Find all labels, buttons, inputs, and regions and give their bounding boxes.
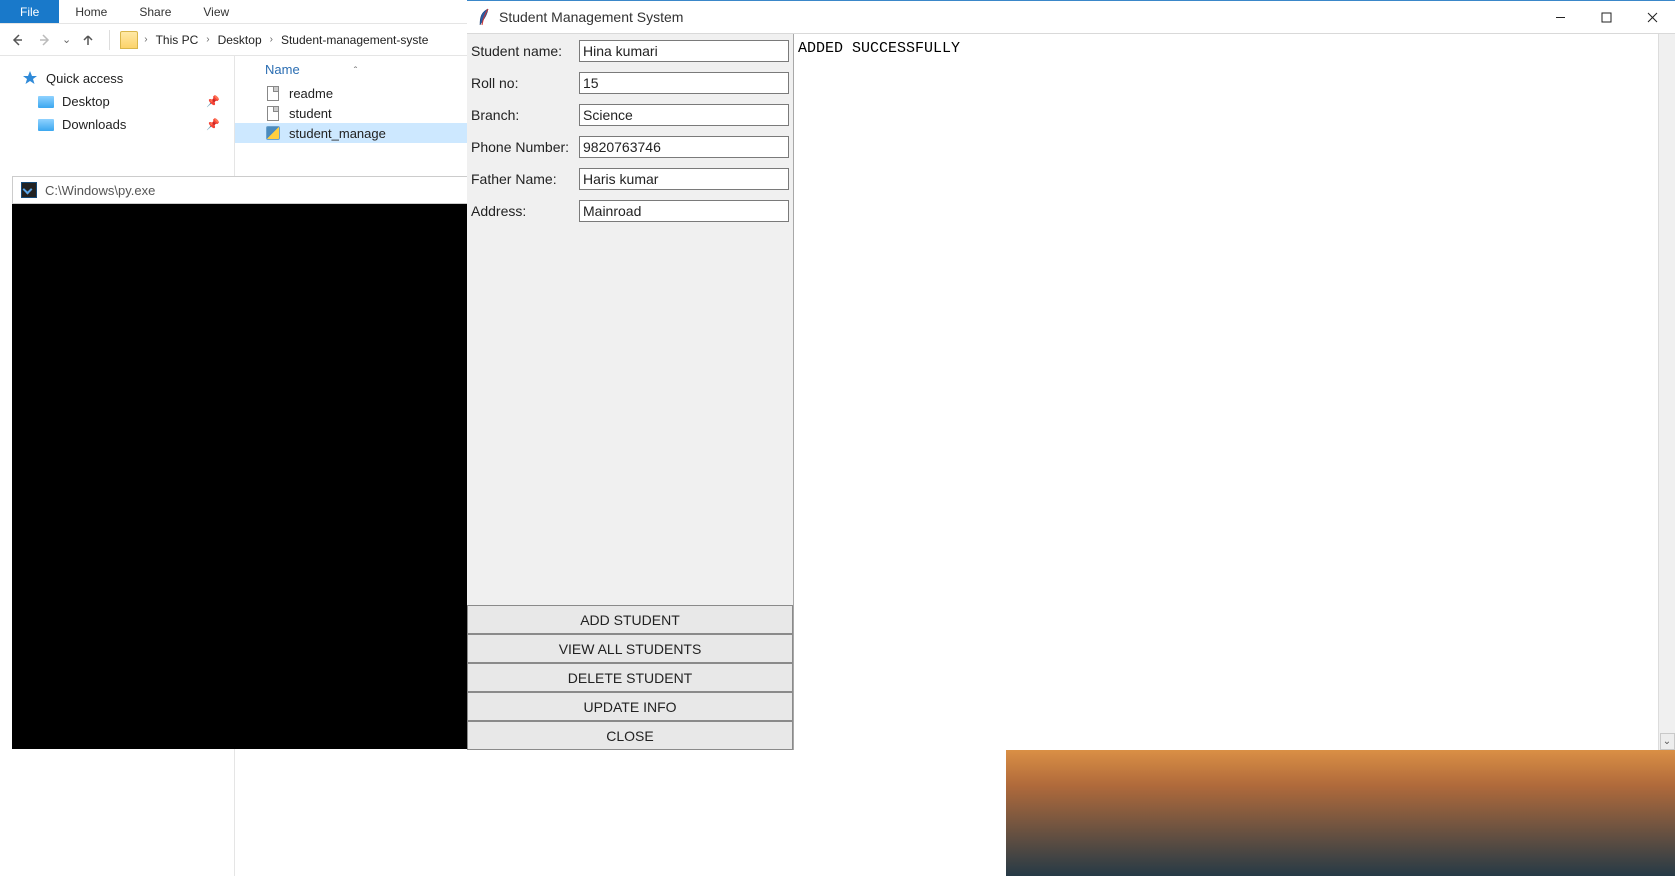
sidebar-desktop[interactable]: Desktop 📌 <box>0 90 234 113</box>
row-address: Address: <box>471 200 789 222</box>
tk-title: Student Management System <box>499 9 683 25</box>
column-name-label: Name <box>265 62 300 77</box>
sidebar-downloads[interactable]: Downloads 📌 <box>0 113 234 136</box>
output-pane: ADDED SUCCESSFULLY ⌄ <box>794 34 1675 750</box>
sidebar-downloads-label: Downloads <box>62 117 126 132</box>
downloads-icon <box>38 119 54 131</box>
star-icon <box>22 70 38 86</box>
desktop-icon <box>38 96 54 108</box>
input-father[interactable] <box>579 168 789 190</box>
breadcrumb-desktop[interactable]: Desktop <box>216 31 264 49</box>
input-branch[interactable] <box>579 104 789 126</box>
pin-icon: 📌 <box>206 95 220 108</box>
maximize-button[interactable] <box>1583 2 1629 32</box>
ribbon-tab-file[interactable]: File <box>0 0 59 23</box>
row-roll-no: Roll no: <box>471 72 789 94</box>
chevron-right-icon: › <box>266 34 277 45</box>
label-branch: Branch: <box>471 107 579 123</box>
chevron-right-icon: › <box>140 34 151 45</box>
breadcrumb[interactable]: › This PC › Desktop › Student-management… <box>120 31 430 49</box>
tk-window: Student Management System Student name: … <box>467 0 1675 750</box>
file-name: student_manage <box>289 126 386 141</box>
input-roll-no[interactable] <box>579 72 789 94</box>
ribbon-tab-home[interactable]: Home <box>59 0 123 23</box>
row-branch: Branch: <box>471 104 789 126</box>
divider <box>109 30 110 50</box>
ribbon-tab-view[interactable]: View <box>187 0 245 23</box>
back-button[interactable] <box>6 29 28 51</box>
python-file-icon <box>265 125 281 141</box>
label-address: Address: <box>471 203 579 219</box>
console-title: C:\Windows\py.exe <box>45 183 155 198</box>
form-rows: Student name: Roll no: Branch: Phone Num… <box>467 34 793 605</box>
row-phone: Phone Number: <box>471 136 789 158</box>
python-exe-icon <box>21 182 37 198</box>
close-app-button[interactable]: CLOSE <box>467 721 793 750</box>
scroll-down-icon[interactable]: ⌄ <box>1660 733 1675 750</box>
tk-feather-icon <box>477 8 491 26</box>
chevron-right-icon: › <box>202 34 213 45</box>
close-button[interactable] <box>1629 2 1675 32</box>
label-father: Father Name: <box>471 171 579 187</box>
output-scrollbar[interactable]: ⌄ <box>1658 34 1675 750</box>
column-name[interactable]: Name ˆ <box>265 62 435 77</box>
sort-asc-icon: ˆ <box>354 66 357 77</box>
button-stack: ADD STUDENT VIEW ALL STUDENTS DELETE STU… <box>467 605 793 750</box>
window-buttons <box>1537 2 1675 32</box>
recent-dropdown[interactable]: ⌄ <box>62 33 71 46</box>
input-student-name[interactable] <box>579 40 789 62</box>
minimize-button[interactable] <box>1537 2 1583 32</box>
pin-icon: 📌 <box>206 118 220 131</box>
up-button[interactable] <box>77 29 99 51</box>
sidebar-desktop-label: Desktop <box>62 94 110 109</box>
sidebar-quick-access-label: Quick access <box>46 71 123 86</box>
ribbon-tab-share[interactable]: Share <box>123 0 187 23</box>
file-icon <box>265 85 281 101</box>
file-name: student <box>289 106 332 121</box>
forward-button[interactable] <box>34 29 56 51</box>
sidebar-quick-access[interactable]: Quick access <box>0 66 234 90</box>
folder-icon <box>120 31 138 49</box>
view-all-students-button[interactable]: VIEW ALL STUDENTS <box>467 634 793 663</box>
breadcrumb-folder[interactable]: Student-management-syste <box>279 31 430 49</box>
db-icon <box>265 105 281 121</box>
delete-student-button[interactable]: DELETE STUDENT <box>467 663 793 692</box>
update-info-button[interactable]: UPDATE INFO <box>467 692 793 721</box>
label-phone: Phone Number: <box>471 139 579 155</box>
file-name: readme <box>289 86 333 101</box>
row-father: Father Name: <box>471 168 789 190</box>
row-student-name: Student name: <box>471 40 789 62</box>
form-pane: Student name: Roll no: Branch: Phone Num… <box>467 34 794 750</box>
tk-titlebar[interactable]: Student Management System <box>467 0 1675 34</box>
output-text[interactable]: ADDED SUCCESSFULLY <box>796 40 1673 57</box>
tk-body: Student name: Roll no: Branch: Phone Num… <box>467 34 1675 750</box>
label-student-name: Student name: <box>471 43 579 59</box>
breadcrumb-this-pc[interactable]: This PC <box>154 31 201 49</box>
add-student-button[interactable]: ADD STUDENT <box>467 605 793 634</box>
label-roll-no: Roll no: <box>471 75 579 91</box>
input-phone[interactable] <box>579 136 789 158</box>
input-address[interactable] <box>579 200 789 222</box>
